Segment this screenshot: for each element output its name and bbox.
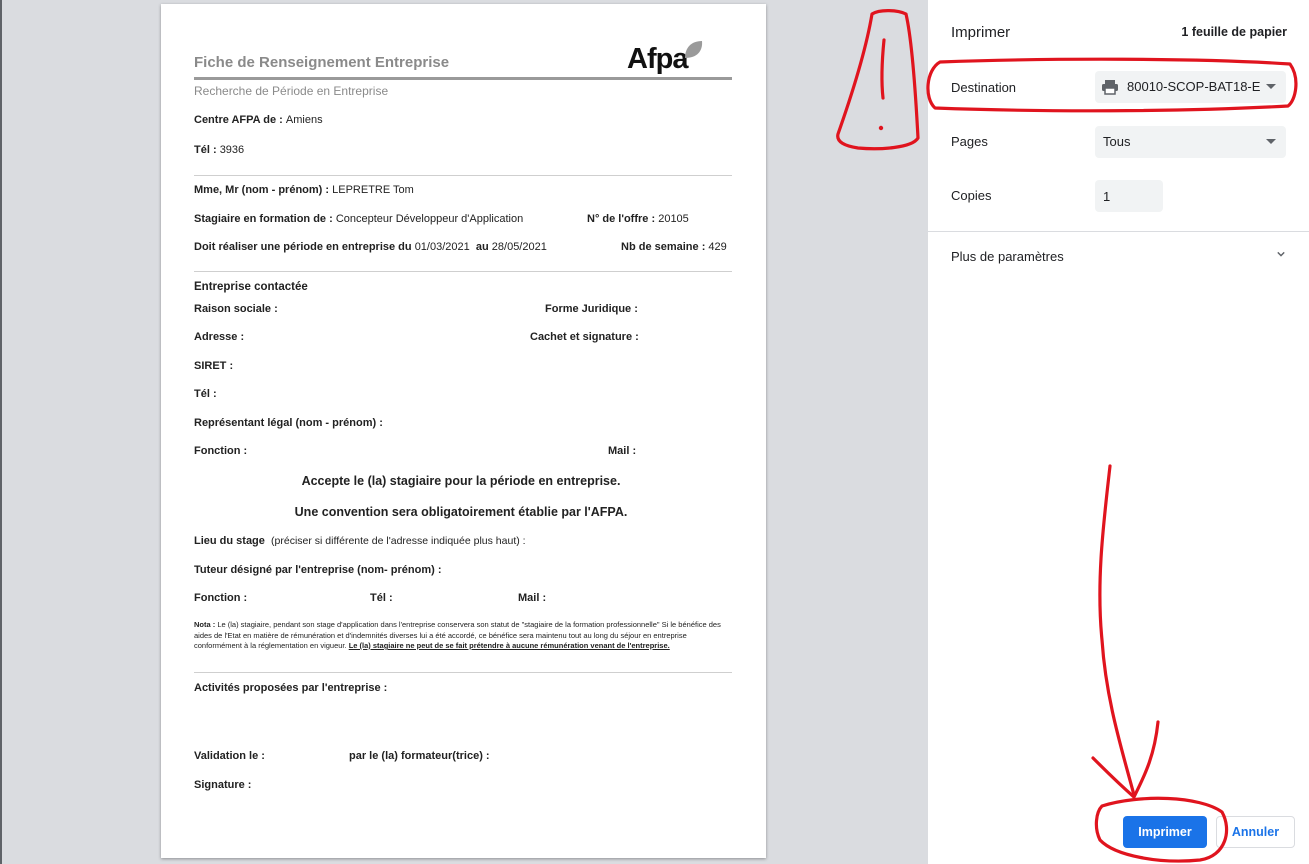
adresse-label: Adresse : <box>194 331 245 343</box>
weeks-row: Nb de semaine : 429 <box>621 241 727 253</box>
lieu-row: Lieu du stage (préciser si différente de… <box>194 535 526 547</box>
centre-label: Centre AFPA de : <box>194 114 283 126</box>
destination-label: Destination <box>951 80 1017 95</box>
divider <box>194 271 732 272</box>
document-title: Fiche de Renseignement Entreprise <box>194 54 450 71</box>
weeks-value: 429 <box>708 241 727 253</box>
tel-label: Tél : <box>194 144 217 156</box>
more-settings-label: Plus de paramètres <box>951 249 1064 264</box>
legal-note: Nota : Le (la) stagiaire, pendant son st… <box>194 620 734 652</box>
weeks-label: Nb de semaine : <box>621 241 706 253</box>
more-settings-toggle[interactable]: Plus de paramètres <box>928 238 1309 274</box>
centre-value: Amiens <box>285 114 323 126</box>
tuteur-tel-label: Tél : <box>370 592 393 604</box>
fonction-label: Fonction : <box>194 445 248 457</box>
offer-label: N° de l'offre : <box>587 213 656 225</box>
activites-label: Activités proposées par l'entreprise : <box>194 682 388 694</box>
training-row: Stagiaire en formation de : Concepteur D… <box>194 213 523 225</box>
offer-value: 20105 <box>658 213 689 225</box>
pages-value: Tous <box>1103 134 1131 149</box>
company-heading: Entreprise contactée <box>194 281 308 293</box>
pages-label: Pages <box>951 134 988 149</box>
copies-label: Copies <box>951 188 992 203</box>
mail-label: Mail : <box>608 445 637 457</box>
sheet-count: 1 feuille de papier <box>1181 25 1287 39</box>
accept-statement: Accepte le (la) stagiaire pour la périod… <box>301 474 621 488</box>
period-to: 28/05/2021 <box>491 241 547 253</box>
note-label: Nota : <box>194 620 216 629</box>
name-label: Mme, Mr (nom - prénom) : <box>194 184 330 196</box>
name-value: LEPRETRE Tom <box>332 184 414 196</box>
pages-select[interactable]: Tous <box>1095 126 1286 158</box>
note-emphasis: Le (la) stagiaire ne peut de se fait pré… <box>348 641 670 650</box>
lieu-hint: (préciser si différente de l'adresse ind… <box>271 535 526 547</box>
cancel-button[interactable]: Annuler <box>1216 816 1295 848</box>
print-panel-title: Imprimer <box>951 24 1011 41</box>
cachet-label: Cachet et signature : <box>530 331 639 343</box>
expand-chevron-icon <box>1277 251 1285 257</box>
convention-statement: Une convention sera obligatoirement étab… <box>294 505 628 519</box>
training-value: Concepteur Développeur d'Application <box>335 213 524 225</box>
tuteur-mail-label: Mail : <box>518 592 547 604</box>
validation-label: Validation le : <box>194 750 265 762</box>
period-row: Doit réaliser une période en entreprise … <box>194 241 547 253</box>
siret-label: SIRET : <box>194 360 234 372</box>
formateur-label: par le (la) formateur(trice) : <box>349 750 490 762</box>
period-from: 01/03/2021 <box>414 241 470 253</box>
centre-row: Centre AFPA de : Amiens <box>194 114 323 126</box>
tel-row: Tél : 3936 <box>194 144 244 156</box>
title-underline <box>194 77 732 80</box>
signature-label: Signature : <box>194 779 252 791</box>
document-subtitle: Recherche de Période en Entreprise <box>194 84 389 98</box>
forme-juridique-label: Forme Juridique : <box>545 303 638 315</box>
raison-sociale-label: Raison sociale : <box>194 303 278 315</box>
name-row: Mme, Mr (nom - prénom) : LEPRETRE Tom <box>194 184 414 196</box>
tuteur-fonction-label: Fonction : <box>194 592 248 604</box>
period-to-label: au <box>475 241 489 253</box>
divider <box>194 672 732 673</box>
chevron-down-icon <box>1266 139 1276 144</box>
chevron-down-icon <box>1266 84 1276 89</box>
logo-leaf-icon <box>685 41 703 58</box>
print-settings-panel: Imprimer 1 feuille de papier Destination… <box>928 0 1309 864</box>
left-edge-bar <box>0 0 2 864</box>
tuteur-label: Tuteur désigné par l'entreprise (nom- pr… <box>194 564 442 576</box>
period-label: Doit réaliser une période en entreprise … <box>194 241 412 253</box>
print-preview-area: Fiche de Renseignement Entreprise Afpa R… <box>0 0 928 864</box>
document-page: Fiche de Renseignement Entreprise Afpa R… <box>161 4 766 858</box>
destination-value: 80010-SCOP-BAT18-E <box>1127 79 1261 94</box>
destination-select[interactable]: 80010-SCOP-BAT18-E <box>1095 71 1286 103</box>
divider <box>194 175 732 176</box>
training-label: Stagiaire en formation de : <box>194 213 333 225</box>
lieu-label: Lieu du stage <box>194 535 265 547</box>
panel-divider <box>928 231 1309 232</box>
copies-input[interactable] <box>1095 180 1163 212</box>
representant-label: Représentant légal (nom - prénom) : <box>194 417 383 429</box>
print-button[interactable]: Imprimer <box>1123 816 1207 848</box>
printer-icon <box>1102 80 1118 95</box>
afpa-logo: Afpa <box>627 38 707 78</box>
tel-value: 3936 <box>219 144 245 156</box>
offer-row: N° de l'offre : 20105 <box>587 213 689 225</box>
company-tel-label: Tél : <box>194 388 217 400</box>
